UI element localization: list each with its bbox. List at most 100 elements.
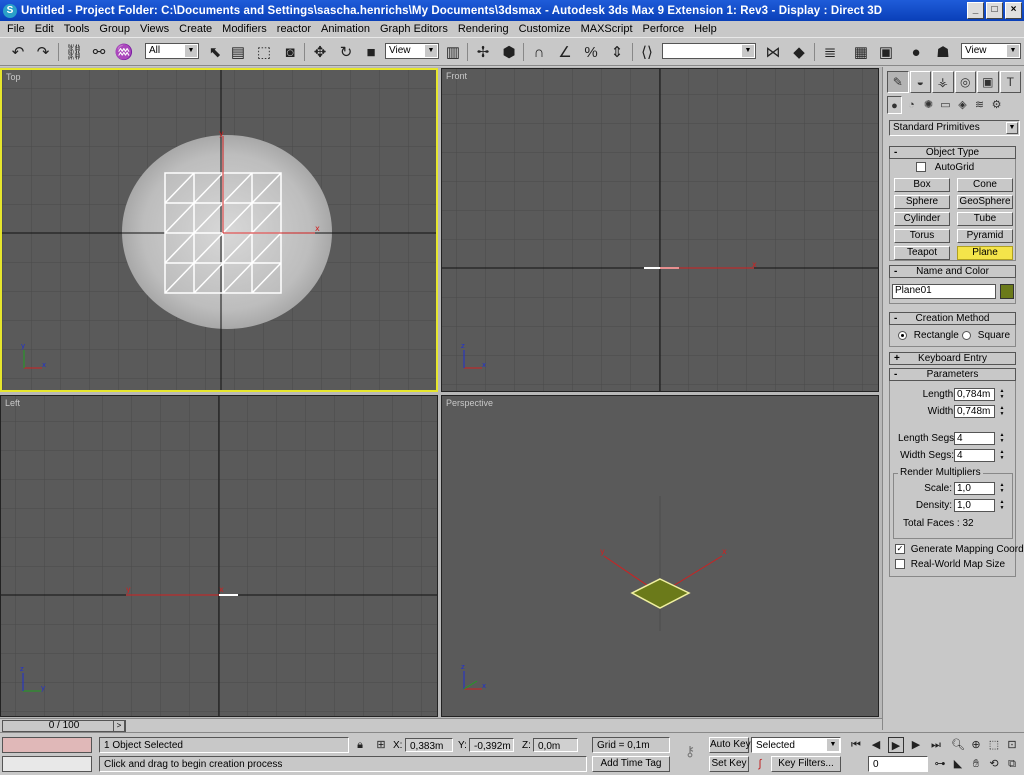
mirror-icon[interactable]: ⋈ — [763, 42, 783, 62]
zoom-extents-all-icon[interactable]: ⊡ — [1004, 737, 1020, 753]
maximize-viewport-icon[interactable]: ⧉ — [1004, 756, 1020, 772]
scale-spinner[interactable]: ▲ ▼ — [998, 482, 1006, 495]
pan-icon[interactable]: ✋︎ — [968, 756, 984, 772]
menu-group[interactable]: Group — [94, 23, 135, 35]
angle-snap-icon[interactable]: ∠ — [555, 42, 575, 62]
key-filter-curve-icon[interactable]: ∫ — [752, 756, 768, 772]
square-radio[interactable] — [962, 330, 971, 340]
auto-key-button[interactable]: Auto Key — [709, 737, 751, 753]
viewport-front-label[interactable]: Front — [446, 71, 467, 81]
tube-button[interactable]: Tube — [957, 212, 1013, 226]
cone-button[interactable]: Cone — [957, 178, 1013, 192]
menu-edit[interactable]: Edit — [30, 23, 59, 35]
menu-modifiers[interactable]: Modifiers — [217, 23, 272, 35]
density-spinner[interactable]: ▲ ▼ — [998, 499, 1006, 512]
length-input[interactable]: 0,784m — [954, 388, 995, 401]
menu-maxscript[interactable]: MAXScript — [576, 23, 638, 35]
spinner-snap-icon[interactable]: ⇕ — [607, 42, 627, 62]
width-segs-spinner[interactable]: ▲ ▼ — [998, 449, 1006, 462]
parameters-rollout[interactable]: - Parameters — [889, 368, 1016, 381]
rectangular-selection-icon[interactable]: ⬚ — [254, 42, 274, 62]
set-key-button[interactable]: Set Key — [709, 756, 749, 772]
maxscript-input-mini[interactable] — [2, 756, 92, 772]
snap-toggle-icon[interactable]: ∩ — [529, 42, 549, 62]
add-time-tag-button[interactable]: Add Time Tag — [592, 756, 670, 772]
creation-method-rollout[interactable]: - Creation Method — [889, 312, 1016, 325]
align-icon[interactable]: ◆ — [789, 42, 809, 62]
menu-rendering[interactable]: Rendering — [453, 23, 514, 35]
window-crossing-icon[interactable]: ◙ — [280, 42, 300, 62]
current-frame-input[interactable]: 0 — [868, 756, 928, 772]
key-mode-toggle-icon[interactable]: ⊶ — [932, 756, 948, 772]
zoom-all-icon[interactable]: ⊕ — [968, 737, 984, 753]
menu-tools[interactable]: Tools — [59, 23, 95, 35]
key-icon[interactable]: ⚷ — [678, 743, 702, 759]
plane-button[interactable]: Plane — [957, 246, 1013, 260]
length-segs-spinner[interactable]: ▲ ▼ — [998, 432, 1006, 445]
arc-rotate-icon[interactable]: ⟲ — [986, 756, 1002, 772]
viewport-left[interactable]: Left y x z y — [0, 395, 438, 717]
geometry-icon[interactable]: ● — [887, 96, 902, 114]
edit-named-sel-icon[interactable]: ⟨⟩ — [637, 42, 657, 62]
density-input[interactable]: 1,0 — [954, 499, 995, 512]
select-manipulate-icon[interactable]: ✢ — [473, 42, 493, 62]
key-mode-select[interactable]: Selected ▼ — [751, 737, 841, 753]
select-object-icon[interactable]: ⬉ — [205, 42, 225, 62]
space-warps-icon[interactable]: ≋ — [972, 96, 987, 114]
scale-icon[interactable]: ■ — [361, 42, 381, 62]
sphere-button[interactable]: Sphere — [894, 195, 950, 209]
length-segs-input[interactable]: 4 — [954, 432, 995, 445]
object-name-input[interactable]: Plane01 — [892, 284, 996, 299]
keyboard-entry-rollout[interactable]: + Keyboard Entry — [889, 352, 1016, 365]
modify-tab-icon[interactable]: ◒ — [909, 71, 931, 93]
viewport-top[interactable]: Top x y y x — [0, 68, 438, 392]
play-icon[interactable]: ▶ — [888, 737, 904, 753]
cameras-icon[interactable]: ▭ — [938, 96, 953, 114]
viewport-perspective[interactable]: Perspective y x z x — [441, 395, 879, 717]
scale-input[interactable]: 1,0 — [954, 482, 995, 495]
redo-icon[interactable]: ↷ — [33, 42, 53, 62]
named-selection-select[interactable]: ▼ — [662, 43, 756, 59]
rectangle-radio[interactable] — [898, 330, 907, 340]
menu-reactor[interactable]: reactor — [272, 23, 316, 35]
pyramid-button[interactable]: Pyramid — [957, 229, 1013, 243]
x-coord-input[interactable]: 0,383m — [405, 738, 453, 752]
curve-editor-icon[interactable]: ▦ — [851, 42, 871, 62]
y-coord-input[interactable]: -0,392m — [469, 738, 514, 752]
undo-icon[interactable]: ↶ — [8, 42, 28, 62]
shapes-icon[interactable]: ◔ — [904, 96, 919, 114]
utilities-tab-icon[interactable]: T — [999, 71, 1021, 93]
maxscript-listener-mini[interactable] — [2, 737, 92, 753]
viewport-perspective-label[interactable]: Perspective — [446, 398, 493, 408]
zoom-icon[interactable]: 🔍︎ — [950, 737, 966, 753]
lock-selection-icon[interactable]: 🔒︎ — [352, 737, 368, 753]
zoom-extents-icon[interactable]: ⬚ — [986, 737, 1002, 753]
select-link-icon[interactable]: ⛓ — [64, 42, 84, 62]
width-input[interactable]: 0,748m — [954, 405, 995, 418]
width-spinner[interactable]: ▲ ▼ — [998, 405, 1006, 418]
render-scene-icon[interactable]: ☗ — [933, 42, 953, 62]
teapot-button[interactable]: Teapot — [894, 246, 950, 260]
select-by-name-icon[interactable]: ▤ — [228, 42, 248, 62]
move-icon[interactable]: ✥ — [310, 42, 330, 62]
menu-customize[interactable]: Customize — [514, 23, 576, 35]
z-coord-input[interactable]: 0,0m — [533, 738, 578, 752]
maximize-button[interactable]: □ — [986, 2, 1003, 19]
plane-object-perspective[interactable] — [630, 578, 691, 609]
lights-icon[interactable]: ✺ — [921, 96, 936, 114]
menu-help[interactable]: Help — [689, 23, 722, 35]
schematic-view-icon[interactable]: ▣ — [876, 42, 896, 62]
menu-animation[interactable]: Animation — [316, 23, 375, 35]
time-slider[interactable]: 0 / 100 — [2, 720, 126, 732]
viewport-front[interactable]: Front x z x — [441, 68, 879, 392]
geosphere-button[interactable]: GeoSphere — [957, 195, 1013, 209]
cylinder-button[interactable]: Cylinder — [894, 212, 950, 226]
menu-perforce[interactable]: Perforce — [638, 23, 690, 35]
percent-snap-icon[interactable]: % — [581, 42, 601, 62]
create-tab-icon[interactable]: ✎ — [887, 71, 909, 93]
go-to-start-icon[interactable]: ⏮ — [848, 737, 864, 753]
material-editor-icon[interactable]: ● — [906, 42, 926, 62]
app-icon[interactable]: S — [3, 3, 17, 18]
close-button[interactable]: × — [1005, 2, 1022, 19]
motion-tab-icon[interactable]: ◎ — [954, 71, 976, 93]
